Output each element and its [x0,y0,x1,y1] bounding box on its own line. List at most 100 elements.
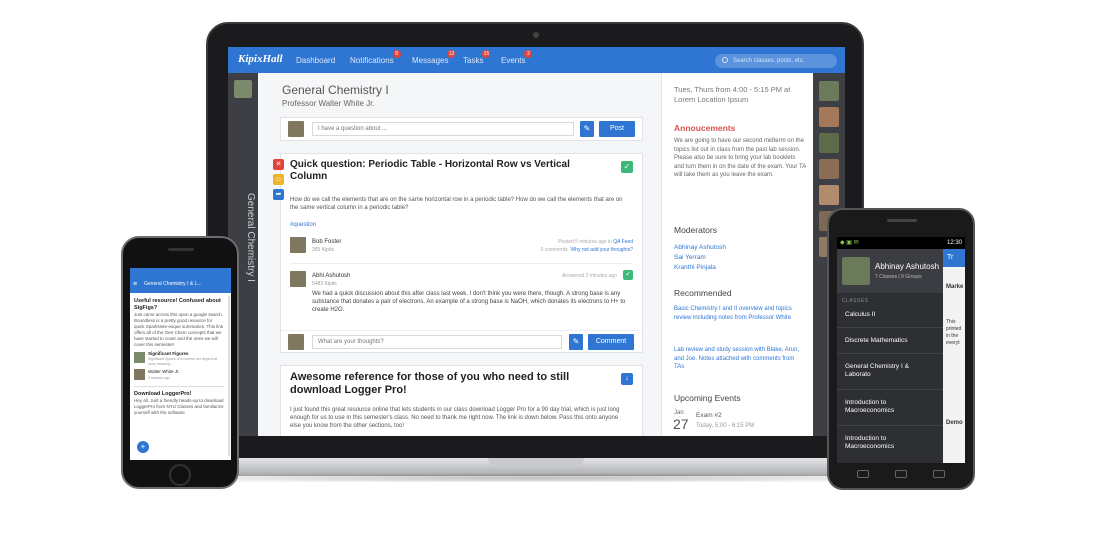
avatar[interactable] [819,159,839,179]
user-stats: 7 Classes | 9 Groups [875,274,922,280]
avatar[interactable] [819,107,839,127]
home-button[interactable] [169,464,191,486]
drawer-item-class[interactable]: General Chemistry I & Laborato [837,363,929,379]
answer-points: 5483 Kipits [312,281,337,287]
moderators-heading: Moderators [674,225,717,235]
iphone-screen: ≡ General Chemistry I & L... Useful reso… [130,268,231,460]
laptop-shadow [210,474,860,482]
events-heading: Upcoming Events [674,393,741,403]
messages-badge: 12 [447,50,456,58]
comment-button[interactable]: Comment [588,334,634,350]
pin-icon[interactable]: ↓ [621,373,633,385]
reply-input[interactable]: What are your thoughts? [312,335,562,349]
speaker [168,248,194,251]
divider [837,425,943,426]
answer-body: We had a quick discussion about this aft… [312,291,626,313]
drawer-item-class[interactable]: Introduction to Macroeconomics [837,399,929,415]
question-post: ✕ ☺ ➦ Quick question: Periodic Table - H… [273,153,643,353]
post-title[interactable]: Useful resource! Confused about SigFigs? [134,298,224,312]
drawer-profile[interactable]: Abhinay Ashutosh 7 Classes | 9 Groups [837,249,943,293]
add-post-button[interactable]: + [137,441,149,453]
hashtag-link[interactable]: #question [290,222,316,228]
announcements-heading: Annoucements [674,123,736,133]
app-bar: Tr [943,249,965,267]
question-input[interactable]: I have a question about ... [312,122,574,136]
close-icon[interactable]: ✕ [273,159,284,170]
page-title: General Chemistry I [282,83,389,97]
speaker [887,219,917,222]
avatar[interactable] [819,185,839,205]
avatar[interactable] [819,81,839,101]
attachment[interactable]: Significant Figures Significant figures … [134,351,224,366]
accepted-check-icon[interactable]: ✓ [623,270,633,280]
moderator-link[interactable]: Kranthi Pinjala [674,264,716,271]
post-button[interactable]: Post [599,121,635,137]
recommended-link[interactable]: Basic Chemistry I and II overview and to… [674,305,802,322]
feed-link[interactable]: QA Feed [613,239,633,245]
post-title[interactable]: Awesome reference for those of you who n… [290,371,590,397]
divider [281,330,642,331]
composer-card: I have a question about ... ✎ Post [280,117,643,141]
right-panel: Tues, Thurs from 4:00 - 5:15 PM at Lorem… [661,73,813,436]
event-title[interactable]: Exam #2 [696,412,722,419]
recommended-heading: Recommended [674,288,732,298]
post-body: Hey all, Just a friendly heads-up to dow… [134,398,224,415]
add-thoughts-link[interactable]: Why not add your thoughts? [570,247,633,253]
attach-button[interactable]: ✎ [580,121,594,137]
nav-messages[interactable]: Messages 12 [412,50,456,65]
content-behind-drawer: Tr Marke This printed in the everyt Demo [943,249,965,463]
event-day: 27 [673,416,689,432]
check-icon[interactable]: ✓ [621,161,633,173]
laptop-notch [488,458,584,466]
back-button[interactable] [857,470,869,478]
nav-tasks[interactable]: Tasks 15 [463,50,491,65]
post-body: Just came across this upon a google sear… [134,312,224,347]
author-points: 265 Kipits [312,247,334,253]
post-title[interactable]: Quick question: Periodic Table - Horizon… [290,159,590,183]
avatar [134,369,145,380]
attach-button[interactable]: ✎ [569,334,583,350]
divider [837,389,943,390]
thumbnail [134,352,145,363]
event-time: Today, 5:00 - 6:15 PM [696,423,755,429]
resource-post: Awesome reference for those of you who n… [280,365,643,436]
recommended-link[interactable]: Lab review and study session with Blake,… [674,346,802,372]
drawer-item-class[interactable]: Introduction to Macroeconomics [837,435,929,451]
search-placeholder: Search classes, posts, etc. [733,58,805,64]
moderator-link[interactable]: Sai Yerram [674,254,706,261]
search-input[interactable]: Search classes, posts, etc. [715,54,837,68]
comments-meta: 0 comments. Why not add your thoughts? [540,247,633,253]
announcements-body: We are going to have our second midterm … [674,138,806,178]
post-title[interactable]: Download LoggerPro! [134,391,224,398]
home-button[interactable] [895,470,907,478]
scrollbar[interactable] [228,296,230,456]
drawer-item-class[interactable]: Discrete Mathematics [837,337,943,345]
avatar[interactable] [234,80,252,98]
divider [290,263,633,264]
moderator-link[interactable]: Abhinay Ashutosh [674,244,726,251]
app-logo[interactable]: KipixHall [238,53,283,65]
answer-meta: Answered 2 minutes ago [561,273,617,279]
status-time: 12:30 [946,240,962,246]
author-name[interactable]: Bob Foster [312,239,341,245]
avatar[interactable] [819,133,839,153]
post-body: I just found this great resource online … [290,407,620,429]
search-icon [722,57,728,63]
answer-author[interactable]: Abhi Ashutosh [312,273,350,279]
nav-dashboard[interactable]: Dashboard [296,56,335,65]
drawer-item-class[interactable]: Calculus II [837,311,943,319]
content-text: This printed in the everyt [946,319,962,346]
menu-icon[interactable]: ≡ [133,276,137,293]
top-navbar: KipixHall Dashboard Notifications 8 Messa… [228,47,845,73]
recents-button[interactable] [933,470,945,478]
professor-name: Professor Walter White Jr. [282,99,375,108]
user-name: Abhinay Ashutosh [875,262,940,271]
classes-label: CLASSES [842,298,869,304]
nav-notifications[interactable]: Notifications 8 [350,50,401,65]
content-text: Marke [946,284,964,290]
android-screen: ◆ ▣ ✉ 12:30 Abhinay Ashutosh 7 Classes |… [837,237,965,463]
smiley-icon[interactable]: ☺ [273,174,284,185]
nav-events[interactable]: Events 2 [501,50,533,65]
share-icon[interactable]: ➦ [273,189,284,200]
class-schedule: Tues, Thurs from 4:00 - 5:15 PM at Lorem… [674,85,791,104]
